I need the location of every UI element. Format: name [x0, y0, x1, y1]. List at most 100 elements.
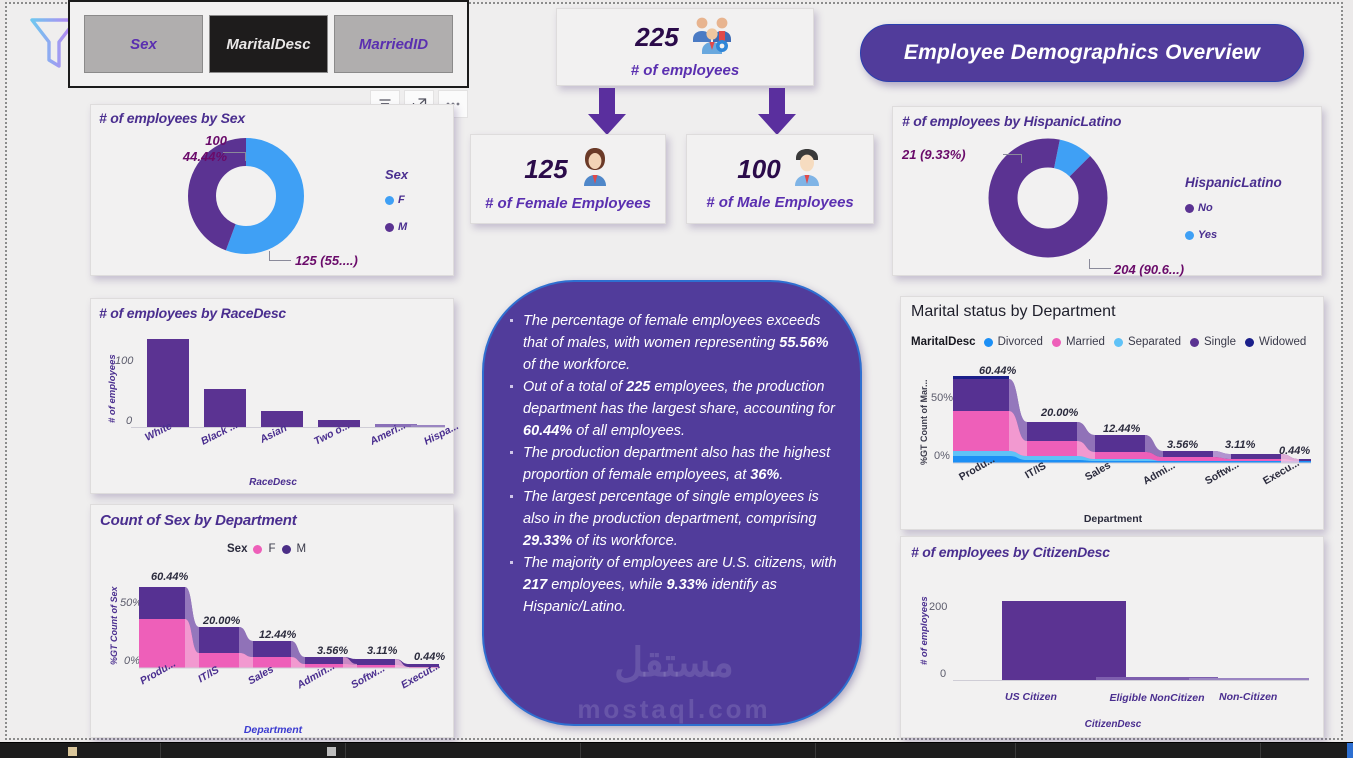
legend-title: MaritalDesc — [911, 336, 976, 348]
taskbar-divider — [815, 743, 816, 758]
taskbar-divider — [345, 743, 346, 758]
field-slicer[interactable]: Sex MaritalDesc MarriedID — [68, 0, 469, 88]
taskbar-accent — [1347, 743, 1353, 758]
page-title: Employee Demographics Overview — [860, 24, 1304, 82]
watermark-main: مستقل — [614, 641, 734, 685]
legend-label-m: M — [296, 543, 307, 555]
y-tick-0: 0% — [934, 450, 950, 462]
data-label-execut: 0.44% — [414, 651, 446, 663]
chart-racedesc-bar[interactable]: # of employees by RaceDesc # of employee… — [90, 298, 461, 494]
taskbar-app-icon[interactable] — [327, 747, 336, 756]
leader-line-yes — [1003, 154, 1021, 155]
leader-tick-yes — [1021, 154, 1022, 163]
chart-title: Marital status by Department — [911, 303, 1116, 320]
leader-line-m — [223, 152, 245, 153]
legend-label-separated: Separated — [1127, 336, 1182, 348]
slicer-button-sex[interactable]: Sex — [84, 15, 203, 73]
y-tick-50: 50% — [931, 392, 954, 404]
x-axis-label: Department — [1083, 513, 1143, 525]
donut-label-no: 204 (90.6...) — [1114, 262, 1185, 277]
y-tick-100: 100 — [115, 355, 134, 367]
kpi-total-label: # of employees — [630, 62, 740, 79]
data-label-produ: 60.44% — [151, 571, 189, 583]
legend-item-yes[interactable]: Yes — [1185, 229, 1217, 241]
kpi-card-total-employees: 225 # of employees — [556, 8, 814, 86]
kpi-card-female-employees: 125 # of Female Employees — [470, 134, 666, 224]
watermark: مستقل mostaql.com — [484, 640, 860, 724]
slicer-button-marriedid[interactable]: MarriedID — [334, 15, 453, 73]
chart-sex-donut[interactable]: # of employees by Sex 100 44.44% 125 (55.… — [90, 104, 454, 276]
woman-icon — [578, 146, 612, 193]
kpi-total-value: 225 — [635, 22, 679, 52]
legend-label-m: M — [398, 221, 408, 233]
legend-dot-m — [281, 544, 291, 554]
data-label-admin: 3.56% — [317, 645, 349, 657]
legend: Sex F M — [227, 543, 306, 555]
leader-line-no — [1089, 268, 1111, 269]
legend-dot-f — [385, 195, 394, 205]
donut-label-f: 125 (55....) — [295, 253, 358, 268]
bar-us-citizen[interactable] — [1002, 601, 1126, 680]
legend-dot-married — [1051, 337, 1061, 347]
page-title-text: Employee Demographics Overview — [903, 41, 1261, 64]
insight-item: The production department also has the h… — [510, 442, 838, 486]
cat-eligible-noncitizen: Eligible NonCitizen — [1109, 692, 1205, 704]
legend-dot-no — [1185, 203, 1194, 213]
chart-hispaniclatino-donut[interactable]: # of employees by HispanicLatino 21 (9.3… — [892, 106, 1322, 277]
legend-label-married: Married — [1065, 336, 1105, 348]
chart-citizendesc-bar[interactable]: # of employees by CitizenDesc # of emplo… — [900, 536, 1324, 738]
insight-item: The largest percentage of single employe… — [510, 486, 838, 552]
legend: MaritalDesc Divorced Married Separated S… — [911, 336, 1306, 348]
insight-item: The majority of employees are U.S. citiz… — [510, 552, 838, 618]
chart-title: # of employees by HispanicLatino — [902, 113, 1122, 129]
data-label-sales: 12.44% — [259, 629, 297, 641]
y-axis-label: %GT Count of Sex — [109, 586, 119, 666]
legend-label-yes: Yes — [1198, 229, 1218, 241]
bar-black[interactable] — [204, 389, 246, 427]
taskbar-divider — [1015, 743, 1016, 758]
chart-title: # of employees by RaceDesc — [99, 305, 287, 321]
data-label-itis: 20.00% — [1041, 407, 1079, 419]
legend-label-f: F — [398, 194, 405, 206]
taskbar-divider — [580, 743, 581, 758]
taskbar[interactable] — [0, 742, 1353, 758]
cat-us-citizen: US Citizen — [1005, 691, 1057, 703]
donut-label-m: 100 44.44% — [182, 133, 227, 164]
legend-item-f[interactable]: F — [385, 194, 405, 206]
y-tick-0: 0 — [126, 415, 133, 427]
legend-item-no[interactable]: No — [1185, 202, 1213, 214]
legend-item-m[interactable]: M — [385, 221, 407, 233]
people-group-icon — [689, 15, 735, 60]
slicer-button-maritaldesc[interactable]: MaritalDesc — [209, 15, 328, 73]
leader-tick-f — [269, 251, 270, 260]
donut-label-yes: 21 (9.33%) — [902, 147, 966, 162]
chart-title: Count of Sex by Department — [100, 512, 297, 529]
taskbar-divider — [160, 743, 161, 758]
chart-sex-by-department[interactable]: Count of Sex by Department Sex F M %GT C… — [90, 504, 454, 738]
legend-dot-separated — [1113, 337, 1123, 347]
taskbar-app-icon[interactable] — [68, 747, 77, 756]
legend-title: Sex — [227, 543, 248, 555]
insights-list: The percentage of female employees excee… — [484, 282, 860, 628]
legend-dot-single — [1190, 337, 1200, 347]
insights-panel: The percentage of female employees excee… — [482, 280, 862, 726]
chart-marital-by-department[interactable]: Marital status by Department MaritalDesc… — [900, 296, 1324, 530]
data-label-execu: 0.44% — [1279, 445, 1311, 457]
donut-hispaniclatino[interactable] — [987, 137, 1109, 259]
legend-title: Sex — [385, 167, 409, 182]
kpi-female-label: # of Female Employees — [485, 195, 651, 212]
data-label-sales: 12.44% — [1103, 423, 1141, 435]
legend-title: HispanicLatino — [1185, 175, 1282, 190]
x-axis-line — [953, 680, 1309, 681]
kpi-male-label: # of Male Employees — [706, 194, 854, 211]
data-label-itis: 20.00% — [203, 615, 241, 627]
data-label-produ: 60.44% — [979, 365, 1017, 377]
cat-non-citizen: Non-Citizen — [1219, 691, 1278, 703]
legend-dot-f — [253, 544, 263, 554]
legend-label-no: No — [1198, 202, 1213, 214]
bar-white[interactable] — [147, 339, 189, 427]
data-label-softw: 3.11% — [1225, 439, 1256, 451]
report-canvas: Sex MaritalDesc MarriedID 225 # of emplo… — [0, 0, 1353, 742]
y-tick-0: 0 — [940, 668, 947, 680]
leader-line-f — [269, 260, 291, 261]
